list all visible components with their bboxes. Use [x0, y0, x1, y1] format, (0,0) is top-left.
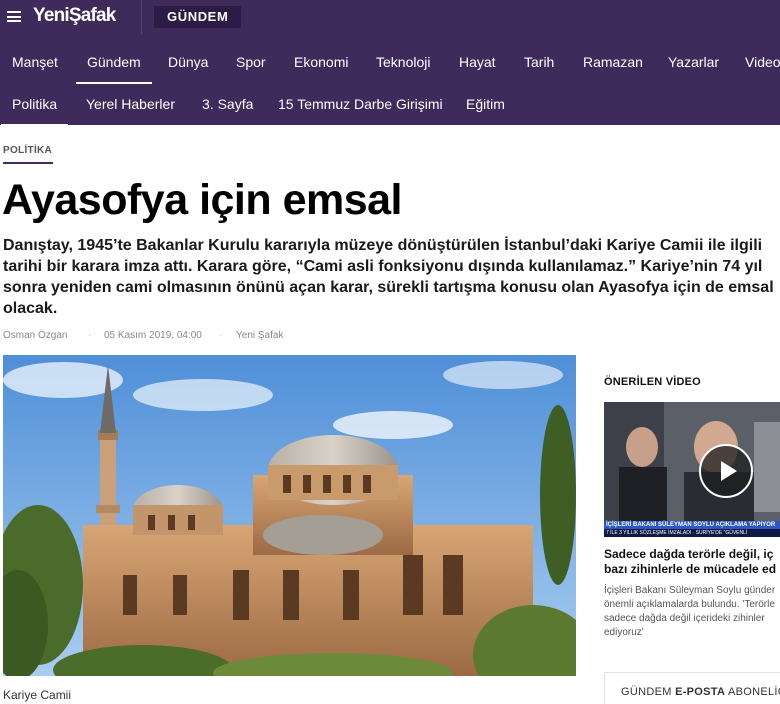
hamburger-menu-icon[interactable] — [7, 11, 21, 22]
summary-line: tarihi bir karara imza attı. Karara göre… — [3, 258, 763, 275]
nav-item-politika[interactable]: Politika — [0, 84, 69, 125]
nav-item-15-temmuz[interactable]: 15 Temmuz Darbe Girişimi — [278, 84, 443, 125]
video-thumbnail[interactable]: İÇİŞLERİ BAKANI SÜLEYMAN SOYLU AÇIKLAMA … — [604, 402, 780, 537]
site-logo[interactable]: YeniŞafak — [33, 5, 116, 27]
newsletter-prefix: GÜNDEM — [621, 686, 672, 698]
nav-item-yerel-haberler[interactable]: Yerel Haberler — [86, 84, 175, 125]
nav-item-3-sayfa[interactable]: 3. Sayfa — [202, 84, 253, 125]
nav-item-manset[interactable]: Manşet — [12, 42, 58, 84]
newsletter-bold: E-POSTA — [675, 686, 726, 698]
summary-line: sonra yeniden cami olmasının önünü açan … — [3, 279, 774, 296]
article-source: Yeni Şafak — [236, 330, 284, 341]
article-author[interactable]: Osman Özgan — [3, 330, 67, 341]
recommended-video-title: ÖNERİLEN VİDEO — [604, 376, 701, 388]
ticker-headline: İÇİŞLERİ BAKANI SÜLEYMAN SOYLU AÇIKLAMA … — [604, 521, 780, 529]
category-underline — [3, 162, 53, 164]
top-header: YeniŞafak GÜNDEM — [0, 0, 780, 34]
article-main-image — [3, 355, 576, 676]
nav-item-teknoloji[interactable]: Teknoloji — [376, 42, 430, 84]
newsletter-label: GÜNDEM E-POSTA ABONELİĞ — [621, 686, 780, 698]
article-date: 05 Kasım 2019, 04:00 — [104, 330, 202, 341]
video-desc-line: önemli açıklamalarda bulundu. 'Terörle — [604, 599, 775, 610]
play-icon[interactable] — [699, 444, 753, 498]
meta-separator: · — [219, 330, 223, 341]
nav-item-dunya[interactable]: Dünya — [168, 42, 208, 84]
video-ticker: İÇİŞLERİ BAKANI SÜLEYMAN SOYLU AÇIKLAMA … — [604, 521, 780, 537]
article-headline: Ayasofya için emsal — [2, 176, 403, 224]
article-summary: Danıştay, 1945’te Bakanlar Kurulu kararı… — [3, 235, 780, 319]
article-category[interactable]: POLİTİKA — [3, 145, 52, 156]
video-desc-line: sadece dağda değil içerideki zihinler — [604, 613, 765, 624]
nav-item-yazarlar[interactable]: Yazarlar — [668, 42, 719, 84]
meta-separator: · — [88, 330, 92, 341]
video-title-line: bazı zihinlerle de mücadele ed — [604, 562, 777, 576]
summary-line: olacak. — [3, 300, 58, 317]
header-divider — [141, 0, 142, 34]
nav-item-ekonomi[interactable]: Ekonomi — [294, 42, 348, 84]
video-title-line: Sadece dağda terörle değil, iç — [604, 547, 774, 561]
nav-item-egitim[interactable]: Eğitim — [466, 84, 505, 125]
newsletter-box[interactable]: GÜNDEM E-POSTA ABONELİĞ — [604, 672, 780, 704]
video-title[interactable]: Sadece dağda terörle değil, iç bazı zihi… — [604, 547, 780, 577]
nav-item-ramazan[interactable]: Ramazan — [583, 42, 643, 84]
section-label[interactable]: GÜNDEM — [154, 6, 242, 28]
nav-item-tarih[interactable]: Tarih — [524, 42, 554, 84]
nav-item-gundem[interactable]: Gündem — [76, 42, 152, 84]
nav-item-video[interactable]: Video — [745, 42, 780, 84]
ticker-subline: 7 İLE 3 YILLIK SÖZLEŞME İMZALADI · SURİY… — [606, 530, 748, 536]
nav-item-hayat[interactable]: Hayat — [459, 42, 496, 84]
newsletter-suffix: ABONELİĞ — [728, 686, 780, 698]
nav-item-spor[interactable]: Spor — [236, 42, 266, 84]
main-navigation: Manşet Gündem Dünya Spor Ekonomi Teknolo… — [0, 34, 780, 125]
image-caption: Kariye Camii — [3, 688, 72, 702]
video-desc-line: ediyoruz' — [604, 627, 644, 638]
video-desc-line: İçişleri Bakanı Süleyman Soylu günder — [604, 585, 776, 596]
video-description: İçişleri Bakanı Süleyman Soylu günder ön… — [604, 584, 780, 640]
summary-line: Danıştay, 1945’te Bakanlar Kurulu kararı… — [3, 237, 763, 254]
